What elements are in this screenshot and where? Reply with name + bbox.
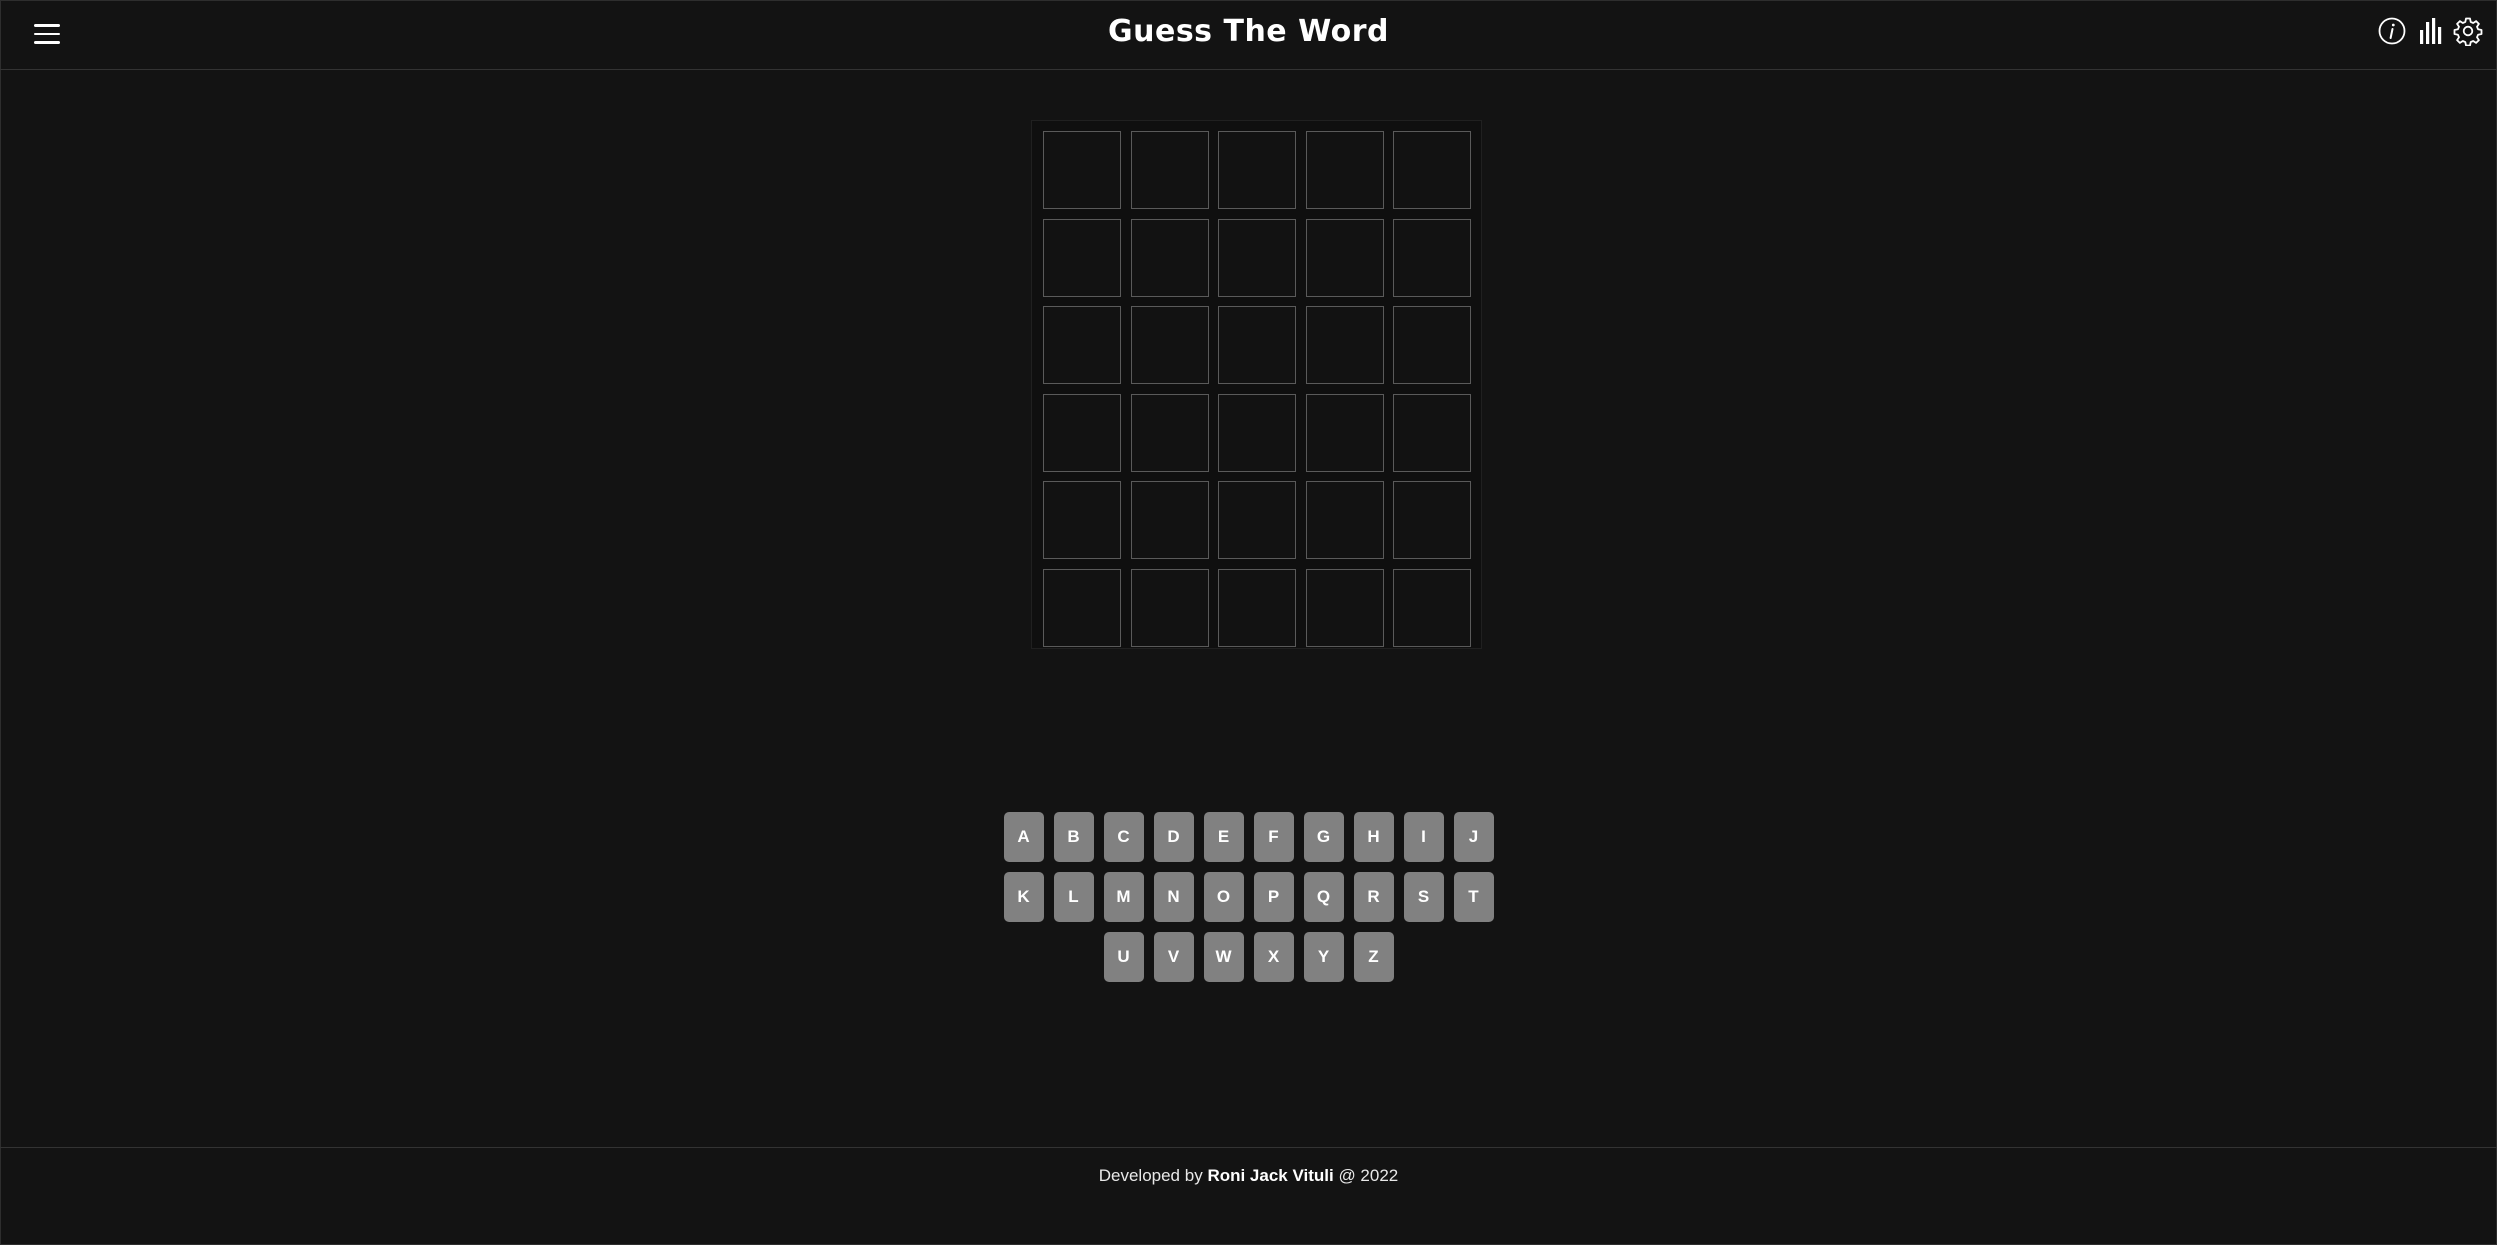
board-tile [1218, 218, 1296, 297]
footer: Developed by Roni Jack Vituli @ 2022 [0, 1147, 2497, 1245]
header-actions [2377, 16, 2483, 46]
board-tile [1130, 481, 1209, 559]
board-tile [1305, 481, 1384, 559]
key-o[interactable]: O [1203, 872, 1244, 922]
board-tile [1305, 568, 1384, 647]
board-tile [1043, 306, 1121, 384]
header: Guess The Word [0, 0, 2497, 70]
key-n[interactable]: N [1153, 872, 1194, 922]
page-title: Guess The Word [1108, 14, 1389, 49]
key-s[interactable]: S [1403, 872, 1444, 922]
key-k[interactable]: K [1003, 872, 1044, 922]
board-tile [1130, 131, 1209, 209]
board-tile [1130, 306, 1209, 384]
stats-icon[interactable] [2415, 16, 2445, 46]
keyboard-row: ABCDEFGHIJ [0, 812, 2497, 862]
key-f[interactable]: F [1253, 812, 1294, 862]
board-tile [1218, 393, 1296, 472]
key-w[interactable]: W [1203, 932, 1244, 982]
key-u[interactable]: U [1103, 932, 1144, 982]
key-d[interactable]: D [1153, 812, 1194, 862]
key-b[interactable]: B [1053, 812, 1094, 862]
key-q[interactable]: Q [1303, 872, 1344, 922]
board-tile [1393, 393, 1471, 472]
footer-author: Roni Jack Vituli [1207, 1166, 1334, 1185]
key-p[interactable]: P [1253, 872, 1294, 922]
key-y[interactable]: Y [1303, 932, 1344, 982]
key-m[interactable]: M [1103, 872, 1144, 922]
board-tile [1305, 393, 1384, 472]
keyboard-row: UVWXYZ [0, 932, 2497, 982]
key-h[interactable]: H [1353, 812, 1394, 862]
game-board [1031, 120, 1482, 649]
key-l[interactable]: L [1053, 872, 1094, 922]
board-tile [1218, 306, 1296, 384]
board-tile [1393, 218, 1471, 297]
board-tile [1305, 218, 1384, 297]
key-c[interactable]: C [1103, 812, 1144, 862]
key-i[interactable]: I [1403, 812, 1444, 862]
board-tile [1305, 306, 1384, 384]
key-x[interactable]: X [1253, 932, 1294, 982]
board-tile [1305, 131, 1384, 209]
board-tile [1393, 306, 1471, 384]
board-tile [1218, 568, 1296, 647]
board-tile [1043, 568, 1121, 647]
info-icon[interactable] [2377, 16, 2407, 46]
board-tile [1393, 568, 1471, 647]
on-screen-keyboard: ABCDEFGHIJ KLMNOPQRST UVWXYZ [0, 812, 2497, 992]
key-t[interactable]: T [1453, 872, 1494, 922]
key-e[interactable]: E [1203, 812, 1244, 862]
footer-suffix: @ 2022 [1338, 1166, 1399, 1185]
key-z[interactable]: Z [1353, 932, 1394, 982]
board-tile [1043, 481, 1121, 559]
board-tile [1218, 481, 1296, 559]
key-v[interactable]: V [1153, 932, 1194, 982]
footer-prefix: Developed by [1098, 1166, 1203, 1185]
key-g[interactable]: G [1303, 812, 1344, 862]
key-a[interactable]: A [1003, 812, 1044, 862]
board-tile [1130, 393, 1209, 472]
board-tile [1218, 131, 1296, 209]
settings-icon[interactable] [2453, 16, 2483, 46]
footer-credit: Developed by Roni Jack Vituli @ 2022 [0, 1166, 2497, 1186]
board-tile [1393, 131, 1471, 209]
board-tile [1393, 481, 1471, 559]
board-tile [1130, 568, 1209, 647]
board-tile [1043, 131, 1121, 209]
key-r[interactable]: R [1353, 872, 1394, 922]
key-j[interactable]: J [1453, 812, 1494, 862]
board-tile [1043, 218, 1121, 297]
board-tile [1130, 218, 1209, 297]
keyboard-row: KLMNOPQRST [0, 872, 2497, 922]
board-tile [1043, 393, 1121, 472]
